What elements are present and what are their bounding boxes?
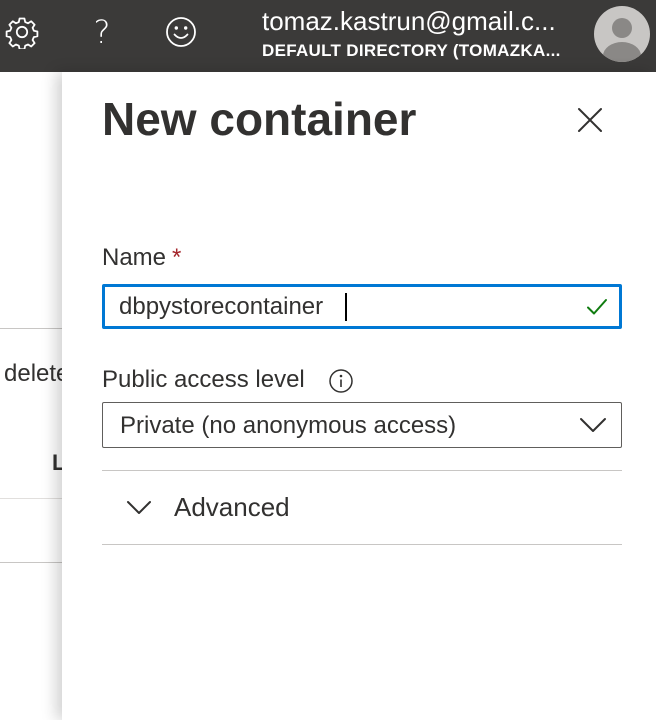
account-menu[interactable]: tomaz.kastrun@gmail.c... DEFAULT DIRECTO…	[262, 4, 592, 64]
smiley-icon[interactable]	[161, 12, 201, 52]
chevron-down-icon	[580, 418, 606, 432]
close-icon[interactable]	[572, 102, 608, 138]
background-text: delete	[4, 360, 62, 387]
public-access-dropdown[interactable]: Private (no anonymous access)	[102, 402, 622, 448]
blade-title: New container	[102, 93, 417, 145]
advanced-section-toggle[interactable]: Advanced	[102, 476, 622, 538]
gear-icon[interactable]	[2, 12, 42, 52]
public-access-selected: Private (no anonymous access)	[120, 412, 457, 439]
section-divider	[102, 470, 622, 471]
required-marker: *	[172, 244, 182, 271]
help-glyph: ?	[93, 13, 111, 51]
info-icon[interactable]	[328, 368, 354, 394]
background-divider	[0, 498, 62, 499]
checkmark-icon	[587, 299, 607, 315]
account-directory: DEFAULT DIRECTORY (TOMAZKA...	[262, 41, 561, 60]
top-bar: ? tomaz.kastrun@gmail.c... DEFAULT DIREC…	[0, 0, 656, 72]
account-email: tomaz.kastrun@gmail.c...	[262, 6, 556, 36]
public-access-label: Public access level	[102, 366, 305, 393]
chevron-down-icon	[127, 501, 151, 514]
name-input[interactable]	[119, 287, 579, 326]
help-icon[interactable]: ?	[82, 12, 122, 52]
advanced-label: Advanced	[174, 492, 290, 522]
text-caret	[345, 293, 347, 321]
background-divider	[0, 328, 62, 329]
new-container-blade: New container Name* Public access level …	[62, 72, 656, 720]
background-divider	[0, 562, 62, 563]
name-label-text: Name	[102, 244, 167, 271]
name-label: Name *	[102, 244, 181, 272]
background-column-header: L	[52, 450, 62, 475]
user-avatar-icon[interactable]	[594, 6, 650, 62]
section-divider	[102, 544, 622, 545]
name-field[interactable]	[102, 284, 622, 329]
